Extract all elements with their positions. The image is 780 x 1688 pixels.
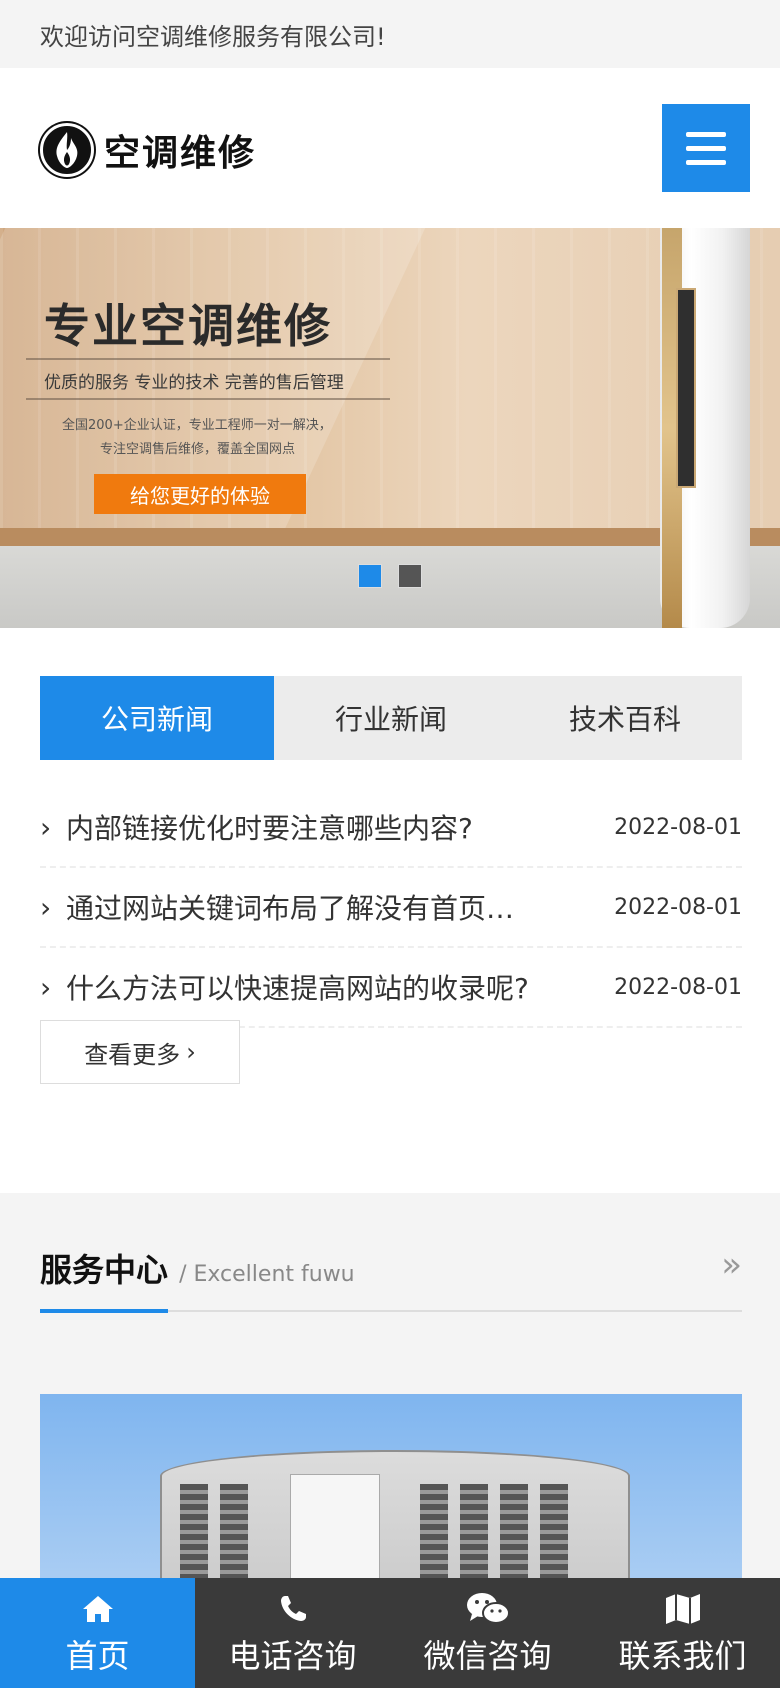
news-title: 什么方法可以快速提高网站的收录呢? xyxy=(66,972,529,1005)
nav-label: 首页 xyxy=(65,1637,130,1675)
air-conditioner-panel xyxy=(676,288,696,488)
tab-industry-news[interactable]: 行业新闻 xyxy=(274,676,508,760)
top-welcome-bar: 欢迎访问空调维修服务有限公司! xyxy=(0,0,780,68)
service-title: 服务中心 xyxy=(40,1251,169,1289)
flame-logo-icon xyxy=(40,123,94,177)
chevron-right-icon: › xyxy=(40,890,52,924)
service-divider-accent xyxy=(40,1309,168,1313)
nav-phone[interactable]: 电话咨询 xyxy=(195,1578,390,1688)
hamburger-menu-icon-bar xyxy=(686,145,726,151)
wechat-icon xyxy=(466,1589,510,1629)
news-date: 2022-08-01 xyxy=(614,974,742,1000)
page: 欢迎访问空调维修服务有限公司! 空调维修 专业空调维修 优质的服务 专业的技术 … xyxy=(0,0,780,1688)
banner-dot-1[interactable] xyxy=(358,564,382,588)
logo-text: 空调维修 xyxy=(104,133,257,174)
welcome-text: 欢迎访问空调维修服务有限公司! xyxy=(40,22,386,51)
banner-pagination xyxy=(358,564,422,588)
double-chevron-right-icon[interactable]: » xyxy=(721,1245,742,1285)
banner-title: 专业空调维修 xyxy=(44,299,332,353)
news-list: › 内部链接优化时要注意哪些内容? 2022-08-01 › 通过网站关键词布局… xyxy=(40,788,742,1028)
tab-company-news[interactable]: 公司新闻 xyxy=(40,676,274,760)
map-icon xyxy=(664,1589,702,1629)
nav-wechat[interactable]: 微信咨询 xyxy=(390,1578,585,1688)
nav-label: 联系我们 xyxy=(618,1637,747,1675)
service-header: 服务中心 / Excellent fuwu » xyxy=(40,1245,742,1305)
view-more-button[interactable]: 查看更多 › xyxy=(40,1020,240,1084)
ac-warning-label xyxy=(290,1474,380,1584)
news-title: 通过网站关键词布局了解没有首页排名的原因 xyxy=(66,892,536,925)
nav-contact[interactable]: 联系我们 xyxy=(585,1578,780,1688)
bottom-nav: 首页 电话咨询 微信咨询 联系我们 xyxy=(0,1578,780,1688)
banner-cta-button[interactable]: 给您更好的体验 xyxy=(94,474,306,514)
chevron-right-icon: › xyxy=(186,1038,196,1066)
news-tabs: 公司新闻 行业新闻 技术百科 xyxy=(40,676,742,760)
nav-label: 电话咨询 xyxy=(228,1637,357,1675)
banner-dot-2[interactable] xyxy=(398,564,422,588)
hamburger-menu-icon-bar xyxy=(686,131,726,137)
banner-divider xyxy=(26,358,390,360)
hamburger-menu-button[interactable] xyxy=(662,104,750,192)
tab-tech-wiki[interactable]: 技术百科 xyxy=(508,676,742,760)
phone-icon xyxy=(278,1589,308,1629)
news-list-item[interactable]: › 什么方法可以快速提高网站的收录呢? 2022-08-01 xyxy=(40,948,742,1028)
service-subtitle: / Excellent fuwu xyxy=(179,1262,355,1287)
nav-label: 微信咨询 xyxy=(423,1637,552,1675)
chevron-right-icon: › xyxy=(40,810,52,844)
news-title: 内部链接优化时要注意哪些内容? xyxy=(66,812,473,845)
news-date: 2022-08-01 xyxy=(614,894,742,920)
site-logo[interactable]: 空调维修 xyxy=(40,122,256,178)
hamburger-menu-icon-bar xyxy=(686,159,726,165)
view-more-label: 查看更多 xyxy=(84,1040,181,1069)
news-list-item[interactable]: › 内部链接优化时要注意哪些内容? 2022-08-01 xyxy=(40,788,742,868)
news-list-item[interactable]: › 通过网站关键词布局了解没有首页排名的原因 2022-08-01 xyxy=(40,868,742,948)
banner-divider xyxy=(26,398,390,400)
news-date: 2022-08-01 xyxy=(614,814,742,840)
chevron-right-icon: › xyxy=(40,970,52,1004)
home-icon xyxy=(81,1589,115,1629)
news-section: 公司新闻 行业新闻 技术百科 › 内部链接优化时要注意哪些内容? 2022-08… xyxy=(0,628,780,1193)
site-header: 空调维修 xyxy=(0,68,780,228)
banner-description-line: 全国200+企业认证，专业工程师一对一解决， xyxy=(62,418,332,433)
hero-banner[interactable]: 专业空调维修 优质的服务 专业的技术 完善的售后管理 全国200+企业认证，专业… xyxy=(0,228,780,628)
banner-description-line: 专注空调售后维修，覆盖全国网点 xyxy=(100,442,296,457)
nav-home[interactable]: 首页 xyxy=(0,1578,195,1688)
banner-subtitle: 优质的服务 专业的技术 完善的售后管理 xyxy=(44,373,344,393)
